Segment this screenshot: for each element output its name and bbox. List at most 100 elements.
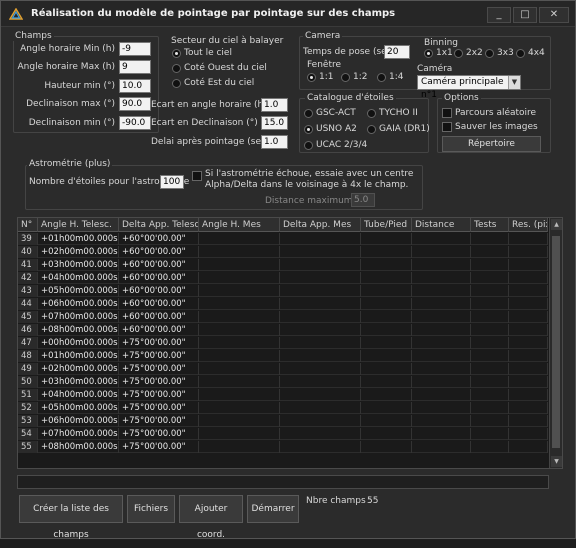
- parcours-checkbox[interactable]: [442, 108, 452, 118]
- radio-binning-4x4[interactable]: [516, 49, 525, 58]
- fichiers-button[interactable]: Fichiers: [127, 495, 175, 523]
- table-row[interactable]: 53 +06h00m00.000s +75°00'00.00": [18, 415, 548, 427]
- table-cell: [361, 376, 412, 388]
- radio-usno[interactable]: [304, 125, 313, 134]
- radio-fenetre-1-2[interactable]: [341, 73, 350, 82]
- column-header[interactable]: Distance: [412, 218, 471, 232]
- hauteur-min-label: Hauteur min (°): [44, 81, 115, 91]
- binning-option-0: 1x1: [436, 48, 453, 58]
- creer-liste-button[interactable]: Créer la liste des champs: [19, 495, 123, 540]
- repertoire-button[interactable]: Répertoire: [442, 136, 541, 152]
- column-header[interactable]: Delta App. Mes: [280, 218, 361, 232]
- hauteur-min-input[interactable]: 10.0: [119, 79, 151, 93]
- table-row[interactable]: 41 +03h00m00.000s +60°00'00.00": [18, 259, 548, 271]
- table-cell: +02h00m00.000s: [38, 363, 119, 375]
- table-cell: +60°00'00.00": [119, 298, 199, 310]
- secteur-label: Secteur du ciel à balayer: [171, 36, 284, 46]
- ajouter-coord-button[interactable]: Ajouter coord.: [179, 495, 243, 540]
- demarrer-button[interactable]: Démarrer: [247, 495, 299, 523]
- delai-input[interactable]: 1.0: [261, 135, 288, 149]
- table-row[interactable]: 47 +00h00m00.000s +75°00'00.00": [18, 337, 548, 349]
- table-cell: [280, 233, 361, 245]
- table-cell: [199, 376, 280, 388]
- table-row[interactable]: 50 +03h00m00.000s +75°00'00.00": [18, 376, 548, 388]
- ecart-decl-input[interactable]: 15.0: [261, 116, 288, 130]
- table-cell: [280, 311, 361, 323]
- scroll-up-arrow-icon[interactable]: ▲: [551, 219, 562, 230]
- decl-max-input[interactable]: 90.0: [119, 97, 151, 111]
- window-title: Réalisation du modèle de pointage par po…: [31, 8, 396, 19]
- catalogue-option-4: UCAC 2/3/4: [316, 140, 368, 150]
- table-row[interactable]: 39 +01h00m00.000s +60°00'00.00": [18, 233, 548, 245]
- scroll-down-arrow-icon[interactable]: ▼: [551, 456, 562, 467]
- ecart-ah-input[interactable]: 1.0: [261, 98, 288, 112]
- table-row[interactable]: 42 +04h00m00.000s +60°00'00.00": [18, 272, 548, 284]
- table-row[interactable]: 48 +01h00m00.000s +75°00'00.00": [18, 350, 548, 362]
- minimize-button[interactable]: _: [487, 7, 511, 23]
- radio-fenetre-1-4[interactable]: [377, 73, 386, 82]
- column-header[interactable]: Tests: [471, 218, 509, 232]
- table-cell: [361, 389, 412, 401]
- table-cell: [361, 233, 412, 245]
- column-header[interactable]: Tube/Pied: [361, 218, 412, 232]
- table-row[interactable]: 54 +07h00m00.000s +75°00'00.00": [18, 428, 548, 440]
- retry-checkbox[interactable]: [192, 171, 202, 181]
- radio-fenetre-1-1[interactable]: [307, 73, 316, 82]
- scroll-thumb[interactable]: [552, 236, 560, 448]
- table-cell: [280, 272, 361, 284]
- ah-min-input[interactable]: -9: [119, 42, 151, 56]
- table-scrollbar[interactable]: ▲ ▼: [549, 218, 562, 468]
- table-row[interactable]: 49 +02h00m00.000s +75°00'00.00": [18, 363, 548, 375]
- table-row[interactable]: 46 +08h00m00.000s +60°00'00.00": [18, 324, 548, 336]
- table-cell: 46: [18, 324, 38, 336]
- column-header[interactable]: Res. (pix): [509, 218, 548, 232]
- maximize-button[interactable]: □: [513, 7, 537, 23]
- column-header[interactable]: Delta App. Telesc.: [119, 218, 199, 232]
- table-cell: +05h00m00.000s: [38, 285, 119, 297]
- table-row[interactable]: 55 +08h00m00.000s +75°00'00.00": [18, 441, 548, 453]
- ah-max-input[interactable]: 9: [119, 60, 151, 74]
- table-row[interactable]: 45 +07h00m00.000s +60°00'00.00": [18, 311, 548, 323]
- radio-binning-2x2[interactable]: [454, 49, 463, 58]
- radio-gaia[interactable]: [367, 125, 376, 134]
- decl-min-input[interactable]: -90.0: [119, 116, 151, 130]
- column-header[interactable]: Angle H. Telesc.: [38, 218, 119, 232]
- table-cell: [361, 428, 412, 440]
- table-cell: +75°00'00.00": [119, 350, 199, 362]
- retry-text-line1: Si l'astrométrie échoue, essaie avec un …: [205, 169, 414, 179]
- table-cell: 40: [18, 246, 38, 258]
- radio-cote-est[interactable]: [172, 79, 181, 88]
- radio-binning-1x1[interactable]: [424, 49, 433, 58]
- table-row[interactable]: 51 +04h00m00.000s +75°00'00.00": [18, 389, 548, 401]
- table-cell: [199, 428, 280, 440]
- table-row[interactable]: 40 +02h00m00.000s +60°00'00.00": [18, 246, 548, 258]
- table-cell: [280, 285, 361, 297]
- table-cell: [509, 428, 548, 440]
- table-cell: +60°00'00.00": [119, 246, 199, 258]
- sauver-checkbox[interactable]: [442, 122, 452, 132]
- radio-binning-3x3[interactable]: [485, 49, 494, 58]
- table-cell: [199, 363, 280, 375]
- temps-pose-input[interactable]: 20: [384, 45, 410, 59]
- table-row[interactable]: 43 +05h00m00.000s +60°00'00.00": [18, 285, 548, 297]
- radio-tycho[interactable]: [367, 109, 376, 118]
- camera-select[interactable]: Caméra principale n°1 ▼: [417, 75, 521, 100]
- table-cell: [509, 298, 548, 310]
- radio-gsc-act[interactable]: [304, 109, 313, 118]
- radio-cote-ouest[interactable]: [172, 64, 181, 73]
- table-cell: [412, 415, 471, 427]
- table-cell: [509, 246, 548, 258]
- nb-etoiles-input[interactable]: 100: [160, 175, 184, 189]
- distance-input[interactable]: 5.0: [351, 193, 375, 207]
- radio-ucac[interactable]: [304, 141, 313, 150]
- radio-tout-le-ciel[interactable]: [172, 49, 181, 58]
- table-cell: [509, 337, 548, 349]
- table-row[interactable]: 52 +05h00m00.000s +75°00'00.00": [18, 402, 548, 414]
- table-cell: [199, 324, 280, 336]
- column-header[interactable]: Angle H. Mes: [199, 218, 280, 232]
- close-button[interactable]: ✕: [539, 7, 569, 23]
- column-header[interactable]: N°: [18, 218, 38, 232]
- table-cell: [280, 363, 361, 375]
- table-cell: [412, 285, 471, 297]
- table-row[interactable]: 44 +06h00m00.000s +60°00'00.00": [18, 298, 548, 310]
